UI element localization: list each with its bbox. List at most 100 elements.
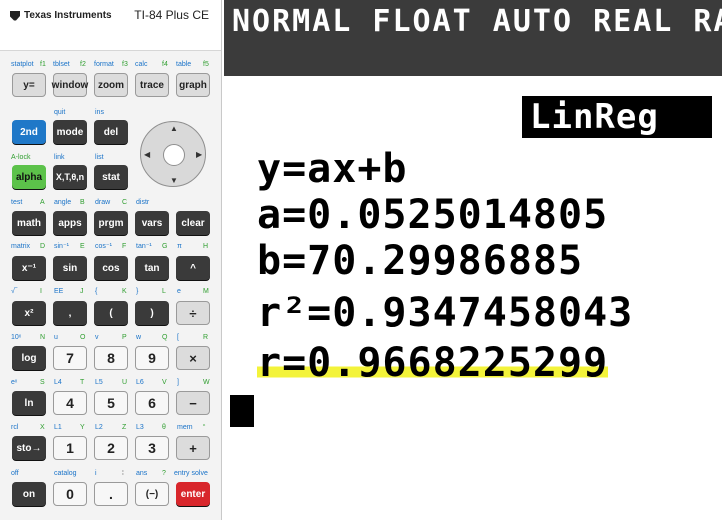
label-L5: L5 [95, 379, 103, 386]
digit-3-button[interactable]: 3 [135, 436, 169, 460]
digit-6-button[interactable]: 6 [135, 391, 169, 415]
label-lbracket: [ [177, 334, 179, 341]
label-ins: ins [95, 109, 104, 116]
label-off: off [11, 470, 19, 477]
arrow-up-icon[interactable]: ▲ [170, 124, 178, 133]
digit-5-button[interactable]: 5 [94, 391, 128, 415]
trace-button[interactable]: trace [135, 73, 169, 97]
log-button[interactable]: log [12, 346, 46, 370]
store-button[interactable]: sto→ [12, 436, 46, 460]
label-colon: ∶ [122, 470, 124, 477]
right-paren-button[interactable]: ) [135, 301, 169, 325]
label-f2: f2 [80, 61, 86, 68]
label-format: format [94, 61, 114, 68]
enter-button[interactable]: enter [176, 482, 210, 506]
label-Q: Q [162, 334, 168, 341]
label-pi: π [177, 243, 182, 250]
label-angle: angle [54, 199, 72, 206]
digit-1-button[interactable]: 1 [53, 436, 87, 460]
label-L6: L6 [136, 379, 144, 386]
label-L4: L4 [54, 379, 62, 386]
label-G: G [162, 243, 168, 250]
digit-0-button[interactable]: 0 [53, 482, 87, 506]
digit-7-button[interactable]: 7 [53, 346, 87, 370]
tan-button[interactable]: tan [135, 256, 169, 280]
label-A: A [40, 199, 45, 206]
status-bar: NORMAL FLOAT AUTO REAL RA [224, 0, 722, 76]
math-button[interactable]: math [12, 211, 46, 235]
label-arcsin: sin⁻¹ [54, 243, 69, 250]
result-a: a=0.0525014805 [257, 192, 609, 238]
digit-2-button[interactable]: 2 [94, 436, 128, 460]
label-Y: Y [80, 424, 85, 431]
on-button[interactable]: on [12, 482, 46, 506]
power-button[interactable]: ^ [176, 256, 210, 280]
mode-button[interactable]: mode [53, 120, 87, 144]
sin-button[interactable]: sin [53, 256, 87, 280]
zoom-button[interactable]: zoom [94, 73, 128, 97]
prgm-button[interactable]: prgm [94, 211, 128, 235]
label-tblset: tblset [53, 61, 70, 68]
subtract-button[interactable]: − [176, 391, 210, 415]
digit-9-button[interactable]: 9 [135, 346, 169, 370]
left-paren-button[interactable]: ( [94, 301, 128, 325]
y-equals-button[interactable]: y= [12, 73, 46, 97]
window-button[interactable]: window [52, 73, 88, 97]
square-button[interactable]: x² [12, 301, 46, 325]
label-i: i [95, 470, 97, 477]
result-r-squared: r²=0.9347458043 [257, 290, 634, 336]
label-arccos: cos⁻¹ [95, 243, 112, 250]
reciprocal-button[interactable]: x⁻¹ [12, 256, 46, 280]
cos-button[interactable]: cos [94, 256, 128, 280]
label-W: W [203, 379, 210, 386]
label-lbrace: { [95, 288, 98, 295]
label-ans: ans [136, 470, 148, 477]
digit-8-button[interactable]: 8 [94, 346, 128, 370]
label-Z: Z [122, 424, 127, 431]
clear-button[interactable]: clear [176, 211, 210, 235]
label-E: E [80, 243, 85, 250]
apps-button[interactable]: apps [53, 211, 87, 235]
label-quit: quit [54, 109, 66, 116]
label-L3: L3 [136, 424, 144, 431]
label-sqrt: √‾ [11, 288, 18, 295]
graph-button[interactable]: graph [176, 73, 210, 97]
xtthetan-button[interactable]: X,T,θ,n [53, 165, 87, 189]
label-mem: mem [177, 424, 193, 431]
divide-button[interactable]: ÷ [176, 301, 210, 325]
label-ex: eˣ [11, 379, 18, 386]
label-M: M [203, 288, 209, 295]
digit-4-button[interactable]: 4 [53, 391, 87, 415]
label-matrix: matrix [11, 243, 31, 250]
arrow-left-icon[interactable]: ◀ [144, 150, 150, 159]
ln-button[interactable]: ln [12, 391, 46, 415]
label-distr: distr [136, 199, 150, 206]
add-button[interactable]: + [176, 436, 210, 460]
multiply-button[interactable]: × [176, 346, 210, 370]
label-draw: draw [95, 199, 111, 206]
label-statplot: statplot [11, 61, 34, 68]
calculator-screen: NORMAL FLOAT AUTO REAL RA LinReg y=ax+b … [224, 0, 722, 520]
label-D: D [40, 243, 46, 250]
del-button[interactable]: del [94, 120, 128, 144]
calculator-panel: Texas Instruments TI-84 Plus CE statplot… [0, 0, 222, 520]
decimal-button[interactable]: . [94, 482, 128, 506]
alpha-button[interactable]: alpha [12, 165, 46, 189]
label-link: link [54, 154, 65, 161]
arrow-pad[interactable]: ▲ ▼ ◀ ▶ [140, 121, 206, 187]
negate-button[interactable]: (−) [135, 482, 169, 506]
label-a-lock: A-lock [11, 154, 31, 161]
label-rcl: rcl [11, 424, 19, 431]
ti-logo-icon [10, 10, 20, 21]
second-button[interactable]: 2nd [12, 120, 46, 144]
comma-button[interactable]: , [53, 301, 87, 325]
arrow-pad-center [163, 144, 185, 166]
label-question: ? [162, 470, 166, 477]
stat-button[interactable]: stat [94, 165, 128, 189]
label-L2: L2 [95, 424, 103, 431]
label-L1: L1 [54, 424, 62, 431]
vars-button[interactable]: vars [135, 211, 169, 235]
arrow-right-icon[interactable]: ▶ [196, 150, 202, 159]
status-text: NORMAL FLOAT AUTO REAL RA [232, 4, 722, 39]
arrow-down-icon[interactable]: ▼ [170, 176, 178, 185]
